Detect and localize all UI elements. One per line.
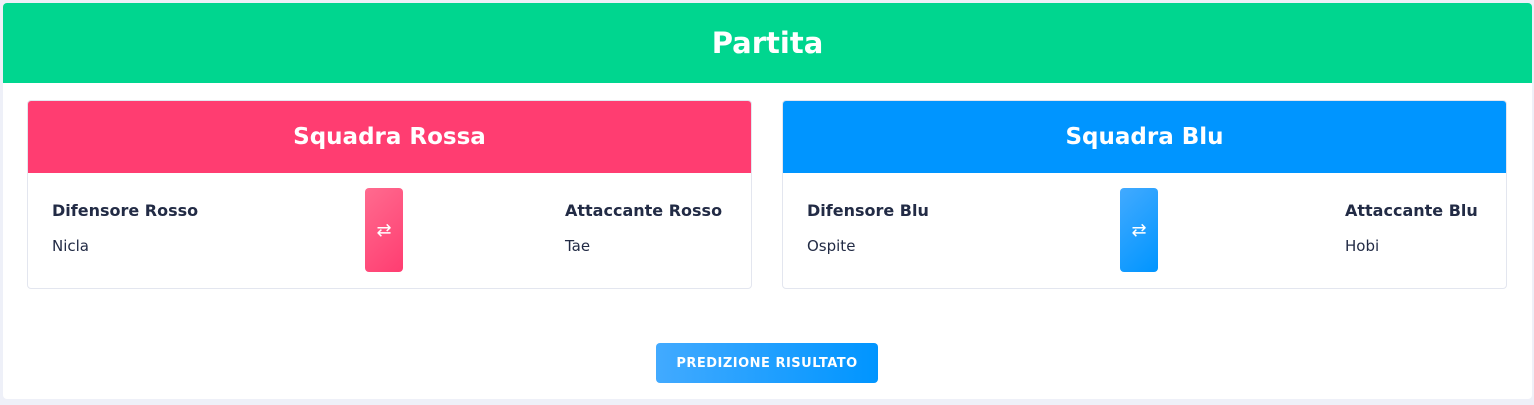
swap-arrows-icon: ⇄ [1131, 219, 1147, 241]
team-blue-body: Difensore Blu Ospite ⇄ Attaccante Blu Ho… [783, 173, 1506, 288]
red-defender-label: Difensore Rosso [52, 201, 199, 220]
predict-result-button[interactable]: PREDIZIONE RISULTATO [656, 343, 878, 383]
blue-defender-value: Ospite [807, 237, 856, 255]
red-defender-value: Nicla [52, 237, 89, 255]
red-attacker: Attaccante Rosso Tae [565, 201, 722, 255]
team-blue-header: Squadra Blu [783, 101, 1506, 173]
team-red-card: Squadra Rossa Difensore Rosso Nicla ⇄ At… [27, 100, 752, 289]
team-red-name: Squadra Rossa [293, 124, 486, 150]
red-attacker-label: Attaccante Rosso [565, 201, 723, 220]
team-red-header: Squadra Rossa [28, 101, 751, 173]
blue-attacker: Attaccante Blu Hobi [1345, 201, 1478, 255]
match-header: Partita [3, 3, 1532, 83]
blue-swap-button[interactable]: ⇄ [1120, 188, 1158, 272]
swap-arrows-icon: ⇄ [376, 219, 392, 241]
team-blue-card: Squadra Blu Difensore Blu Ospite ⇄ Attac… [782, 100, 1507, 289]
blue-defender-label: Difensore Blu [807, 201, 929, 220]
red-swap-button[interactable]: ⇄ [365, 188, 403, 272]
page-title: Partita [711, 26, 824, 60]
red-defender: Difensore Rosso Nicla [52, 201, 198, 255]
blue-attacker-label: Attaccante Blu [1345, 201, 1478, 220]
match-card: Partita Squadra Rossa Difensore Rosso Ni… [3, 3, 1532, 399]
blue-defender: Difensore Blu Ospite [807, 201, 929, 255]
team-blue-name: Squadra Blu [1065, 124, 1224, 150]
red-attacker-value: Tae [565, 237, 591, 255]
team-red-body: Difensore Rosso Nicla ⇄ Attaccante Rosso… [28, 173, 751, 288]
blue-attacker-value: Hobi [1345, 237, 1380, 255]
